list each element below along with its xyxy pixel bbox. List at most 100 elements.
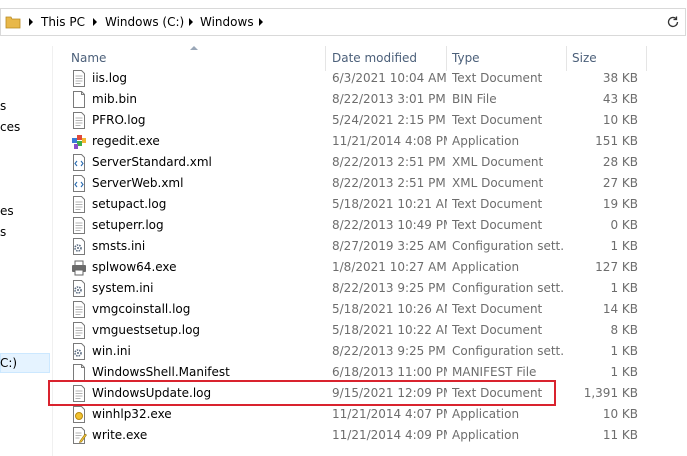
folder-icon bbox=[5, 16, 21, 29]
file-row[interactable]: setuperr.log 8/22/2013 10:49 PM Text Doc… bbox=[52, 215, 687, 236]
file-name: ServerStandard.xml bbox=[92, 155, 212, 169]
file-row[interactable]: write.exe 11/21/2014 4:09 PM Application… bbox=[52, 425, 687, 446]
file-type: XML Document bbox=[452, 176, 544, 190]
file-size: 127 KB bbox=[595, 260, 638, 274]
file-row[interactable]: mib.bin 8/22/2013 3:01 PM BIN File 43 KB bbox=[52, 89, 687, 110]
file-name: PFRO.log bbox=[92, 113, 146, 127]
file-name: iis.log bbox=[92, 71, 128, 85]
file-date: 11/21/2014 4:08 PM bbox=[332, 134, 447, 148]
file-type: Text Document bbox=[452, 71, 543, 85]
file-size: 19 KB bbox=[602, 197, 638, 211]
file-date: 5/18/2021 10:26 AM bbox=[332, 302, 447, 316]
file-date: 8/22/2013 10:49 PM bbox=[332, 218, 447, 232]
file-row[interactable]: winhlp32.exe 11/21/2014 4:07 PM Applicat… bbox=[52, 404, 687, 425]
file-type: Application bbox=[452, 260, 520, 274]
file-row[interactable]: WindowsShell.Manifest 6/18/2013 11:00 PM… bbox=[52, 362, 687, 383]
file-name: vmguestsetup.log bbox=[92, 323, 201, 337]
file-name: setuperr.log bbox=[92, 218, 164, 232]
text-file-icon bbox=[73, 196, 85, 213]
file-row[interactable]: regedit.exe 11/21/2014 4:08 PM Applicati… bbox=[52, 131, 687, 152]
file-row[interactable]: vmguestsetup.log 5/18/2021 10:22 AM Text… bbox=[52, 320, 687, 341]
file-row[interactable]: smsts.ini 8/27/2019 3:25 AM Configuratio… bbox=[52, 236, 687, 257]
file-date: 5/18/2021 10:21 AM bbox=[332, 197, 447, 211]
text-file-icon bbox=[73, 217, 85, 234]
file-type: BIN File bbox=[452, 92, 497, 106]
file-date: 6/3/2021 10:04 AM bbox=[332, 71, 447, 85]
help-app-icon bbox=[73, 406, 85, 423]
xml-file-icon bbox=[73, 154, 85, 171]
file-name: write.exe bbox=[92, 428, 148, 442]
file-size: 1 KB bbox=[610, 344, 638, 358]
file-name: system.ini bbox=[92, 281, 154, 295]
file-date: 5/18/2021 10:22 AM bbox=[332, 323, 447, 337]
address-bar[interactable]: This PC Windows (C:) Windows bbox=[0, 8, 686, 36]
file-type: Text Document bbox=[452, 323, 543, 337]
file-row[interactable]: setupact.log 5/18/2021 10:21 AM Text Doc… bbox=[52, 194, 687, 215]
breadcrumb-windows-c[interactable]: Windows (C:) bbox=[105, 15, 184, 29]
file-name: setupact.log bbox=[92, 197, 167, 211]
file-row-windowsupdate[interactable]: WindowsUpdate.log 9/15/2021 12:09 PM Tex… bbox=[52, 383, 687, 404]
nav-item[interactable]: ces bbox=[0, 120, 20, 134]
file-row[interactable]: ServerWeb.xml 8/22/2013 2:51 PM XML Docu… bbox=[52, 173, 687, 194]
navigation-pane[interactable]: s ces es s C:) bbox=[0, 46, 53, 456]
file-name: regedit.exe bbox=[92, 134, 160, 148]
file-name: winhlp32.exe bbox=[92, 407, 172, 421]
text-file-icon bbox=[73, 70, 85, 87]
file-date: 8/22/2013 2:51 PM bbox=[332, 176, 446, 190]
breadcrumb-this-pc[interactable]: This PC bbox=[41, 15, 85, 29]
breadcrumb-windows[interactable]: Windows bbox=[200, 15, 254, 29]
file-date: 1/8/2021 10:27 AM bbox=[332, 260, 447, 274]
chevron-right-icon[interactable] bbox=[259, 18, 263, 26]
file-name: WindowsShell.Manifest bbox=[92, 365, 230, 379]
file-row[interactable]: splwow64.exe 1/8/2021 10:27 AM Applicati… bbox=[52, 257, 687, 278]
blank-file-icon bbox=[73, 364, 85, 381]
file-size: 1 KB bbox=[610, 281, 638, 295]
file-size: 11 KB bbox=[602, 428, 638, 442]
file-size: 10 KB bbox=[602, 407, 638, 421]
file-size: 1 KB bbox=[610, 239, 638, 253]
file-name: mib.bin bbox=[92, 92, 138, 106]
text-file-icon bbox=[73, 385, 85, 402]
file-size: 151 KB bbox=[595, 134, 638, 148]
file-type: Application bbox=[452, 407, 520, 421]
nav-item[interactable]: s bbox=[0, 99, 6, 113]
file-name: vmgcoinstall.log bbox=[92, 302, 191, 316]
regedit-icon bbox=[72, 135, 86, 149]
file-row[interactable]: win.ini 8/22/2013 9:25 PM Configuration … bbox=[52, 341, 687, 362]
file-list: iis.log 6/3/2021 10:04 AM Text Document … bbox=[52, 68, 687, 446]
file-type: XML Document bbox=[452, 155, 544, 169]
file-row[interactable]: ServerStandard.xml 8/22/2013 2:51 PM XML… bbox=[52, 152, 687, 173]
file-size: 1,391 KB bbox=[583, 386, 638, 400]
file-row[interactable]: system.ini 8/22/2013 9:25 PM Configurati… bbox=[52, 278, 687, 299]
text-file-icon bbox=[73, 112, 85, 129]
file-size: 43 KB bbox=[602, 92, 638, 106]
file-type: Text Document bbox=[452, 197, 543, 211]
chevron-right-icon[interactable] bbox=[189, 18, 193, 26]
file-type: Application bbox=[452, 134, 520, 148]
nav-item[interactable]: es bbox=[0, 204, 14, 218]
file-name: splwow64.exe bbox=[92, 260, 177, 274]
file-type: Configuration sett... bbox=[452, 344, 564, 358]
write-app-icon bbox=[73, 427, 87, 444]
file-row[interactable]: vmgcoinstall.log 5/18/2021 10:26 AM Text… bbox=[52, 299, 687, 320]
file-type: Configuration sett... bbox=[452, 239, 564, 253]
file-name: WindowsUpdate.log bbox=[92, 386, 212, 400]
refresh-icon[interactable] bbox=[665, 14, 681, 30]
config-file-icon bbox=[73, 238, 85, 255]
file-size: 1 KB bbox=[610, 365, 638, 379]
file-row[interactable]: iis.log 6/3/2021 10:04 AM Text Document … bbox=[52, 68, 687, 89]
file-name: win.ini bbox=[92, 344, 131, 358]
file-date: 8/27/2019 3:25 AM bbox=[332, 239, 447, 253]
file-size: 14 KB bbox=[602, 302, 638, 316]
file-type: MANIFEST File bbox=[452, 365, 537, 379]
file-size: 28 KB bbox=[602, 155, 638, 169]
text-file-icon bbox=[73, 301, 85, 318]
chevron-right-icon[interactable] bbox=[93, 18, 97, 26]
nav-item[interactable]: s bbox=[0, 225, 6, 239]
file-size: 8 KB bbox=[610, 323, 638, 337]
chevron-right-icon[interactable] bbox=[29, 18, 33, 26]
file-name: ServerWeb.xml bbox=[92, 176, 184, 190]
text-file-icon bbox=[73, 322, 85, 339]
file-row[interactable]: PFRO.log 5/24/2021 2:15 PM Text Document… bbox=[52, 110, 687, 131]
nav-item-drive-c[interactable]: C:) bbox=[0, 356, 17, 370]
